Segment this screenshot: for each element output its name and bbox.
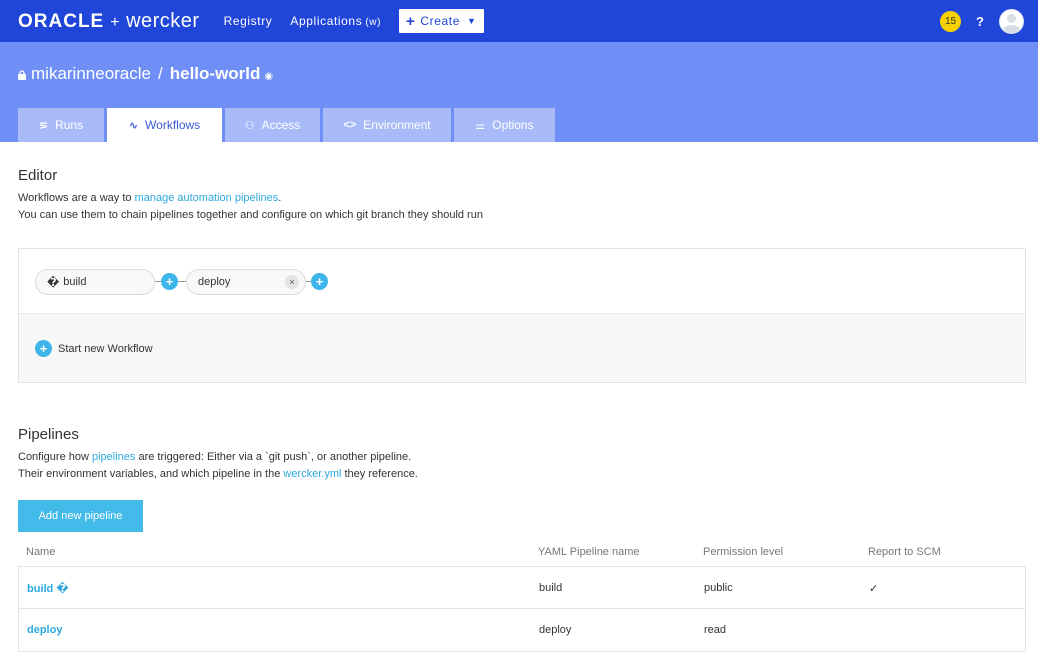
- tab-runs[interactable]: ⋝ Runs: [18, 108, 104, 142]
- add-pipeline-after-deploy[interactable]: +: [311, 273, 328, 290]
- tab-workflows[interactable]: ∿ Workflows: [107, 108, 222, 142]
- runs-icon: ⋝: [38, 119, 49, 132]
- start-new-workflow-label: Start new Workflow: [58, 342, 153, 355]
- editor-desc-line1: Workflows are a way to manage automation…: [18, 190, 483, 207]
- logo-plus: +: [110, 13, 121, 31]
- wercker-yml-link[interactable]: wercker.yml: [283, 468, 341, 480]
- pipelines-description: Configure how pipelines are triggered: E…: [18, 449, 418, 483]
- app-header: mikarinneoracle / hello-world ◉ ⋝ Runs ∿…: [0, 42, 1038, 142]
- logo-wercker-text: wercker: [126, 9, 200, 32]
- tab-access-label: Access: [261, 118, 301, 132]
- pipeline-yaml-name: build: [539, 582, 563, 594]
- topbar-right: 15 ?: [940, 0, 1024, 42]
- scm-check-icon: ✓: [869, 583, 879, 595]
- code-icon: <>: [343, 119, 357, 131]
- pipeline-node-build-label: build: [63, 276, 87, 288]
- pipeline-node-deploy-label: deploy: [198, 276, 231, 288]
- remove-icon[interactable]: ×: [285, 275, 299, 289]
- breadcrumb-repo[interactable]: hello-world: [170, 64, 261, 84]
- pipelines-desc-prefix: Configure how: [18, 451, 92, 463]
- oracle-wercker-logo[interactable]: ORACLE + wercker: [18, 10, 200, 33]
- notification-badge[interactable]: 15: [940, 10, 962, 32]
- create-label: Create: [420, 14, 460, 28]
- sliders-icon: ⚌: [475, 119, 486, 132]
- editor-desc-line2: You can use them to chain pipelines toge…: [18, 209, 483, 221]
- pipelines-title: Pipelines: [18, 426, 79, 443]
- tab-options-label: Options: [492, 118, 534, 132]
- nav-applications[interactable]: Applications (w): [290, 14, 381, 28]
- create-button[interactable]: + Create ▼: [399, 9, 484, 33]
- caret-down-icon: ▼: [467, 16, 477, 26]
- column-report-scm: Report to SCM: [868, 546, 941, 558]
- tab-bar: ⋝ Runs ∿ Workflows ⚇ Access <> Environme…: [18, 108, 558, 142]
- manage-pipelines-link[interactable]: manage automation pipelines: [135, 192, 279, 204]
- new-workflow-row: + Start new Workflow: [19, 314, 1025, 382]
- pipelines-desc-suffix: are triggered: Either via a `git push`, …: [135, 451, 412, 463]
- pipelines-link[interactable]: pipelines: [92, 451, 135, 463]
- table-row: build � build public ✓: [19, 567, 1025, 609]
- lock-icon: [18, 70, 26, 80]
- workflow-editor: � build + deploy × + + Start new Workflo…: [18, 248, 1026, 383]
- pipeline-yaml-name: deploy: [539, 624, 572, 636]
- connector-line: [178, 281, 186, 282]
- nav-links: Registry Applications (w): [224, 14, 399, 28]
- pipelines-desc-line1: Configure how pipelines are triggered: E…: [18, 449, 418, 466]
- pipeline-name-link[interactable]: build �: [27, 582, 69, 595]
- pipeline-node-build[interactable]: � build: [35, 269, 155, 295]
- breadcrumb-separator: /: [158, 64, 163, 83]
- pipeline-permission: public: [704, 582, 733, 594]
- column-yaml-name: YAML Pipeline name: [538, 546, 640, 558]
- workflows-icon: ∿: [128, 119, 139, 132]
- nav-registry-label: Registry: [223, 14, 273, 28]
- tab-options[interactable]: ⚌ Options: [454, 108, 555, 142]
- tab-environment-label: Environment: [363, 118, 431, 132]
- user-avatar[interactable]: [999, 8, 1024, 34]
- access-icon: ⚇: [244, 119, 255, 132]
- pipelines-desc-line2: Their environment variables, and which p…: [18, 466, 418, 483]
- pipeline-permission: read: [704, 624, 727, 636]
- workflow-row: � build + deploy × +: [19, 249, 1025, 314]
- nav-registry[interactable]: Registry: [224, 14, 273, 28]
- breadcrumb-owner[interactable]: mikarinneoracle: [31, 64, 151, 84]
- tab-environment[interactable]: <> Environment: [323, 108, 451, 142]
- pipelines-table-header: Name YAML Pipeline name Permission level…: [18, 546, 1026, 566]
- add-new-pipeline-button[interactable]: Add new pipeline: [18, 500, 143, 532]
- start-new-workflow-button[interactable]: + Start new Workflow: [35, 340, 153, 357]
- visibility-icon: ◉: [264, 70, 274, 82]
- plus-circle-icon: +: [35, 340, 52, 357]
- pipeline-name-link[interactable]: deploy: [27, 624, 62, 636]
- pipelines-table: build � build public ✓ deploy deploy rea…: [18, 566, 1026, 652]
- pipelines-desc2-prefix: Their environment variables, and which p…: [18, 468, 284, 480]
- editor-title: Editor: [18, 167, 58, 184]
- column-permission: Permission level: [703, 546, 784, 558]
- help-button[interactable]: ?: [976, 14, 984, 29]
- branch-icon: �: [47, 276, 60, 289]
- pipeline-node-deploy[interactable]: deploy ×: [186, 269, 306, 295]
- editor-desc-prefix: Workflows are a way to: [18, 192, 135, 204]
- top-navbar: ORACLE + wercker Registry Applications (w…: [0, 0, 1038, 42]
- editor-description: Workflows are a way to manage automation…: [18, 190, 483, 224]
- editor-desc-suffix: .: [278, 192, 282, 204]
- nav-applications-hint: (w): [365, 17, 381, 28]
- add-pipeline-after-build[interactable]: +: [161, 273, 178, 290]
- breadcrumb: mikarinneoracle / hello-world ◉: [18, 64, 273, 84]
- tab-access[interactable]: ⚇ Access: [225, 108, 320, 142]
- plus-icon: +: [406, 12, 416, 30]
- nav-applications-label: Applications: [290, 14, 363, 28]
- column-name: Name: [26, 546, 56, 558]
- tab-runs-label: Runs: [55, 118, 84, 132]
- table-row: deploy deploy read: [19, 609, 1025, 651]
- tab-workflows-label: Workflows: [145, 118, 201, 132]
- pipelines-desc2-suffix: they reference.: [341, 468, 418, 480]
- logo-oracle-text: ORACLE: [18, 10, 105, 32]
